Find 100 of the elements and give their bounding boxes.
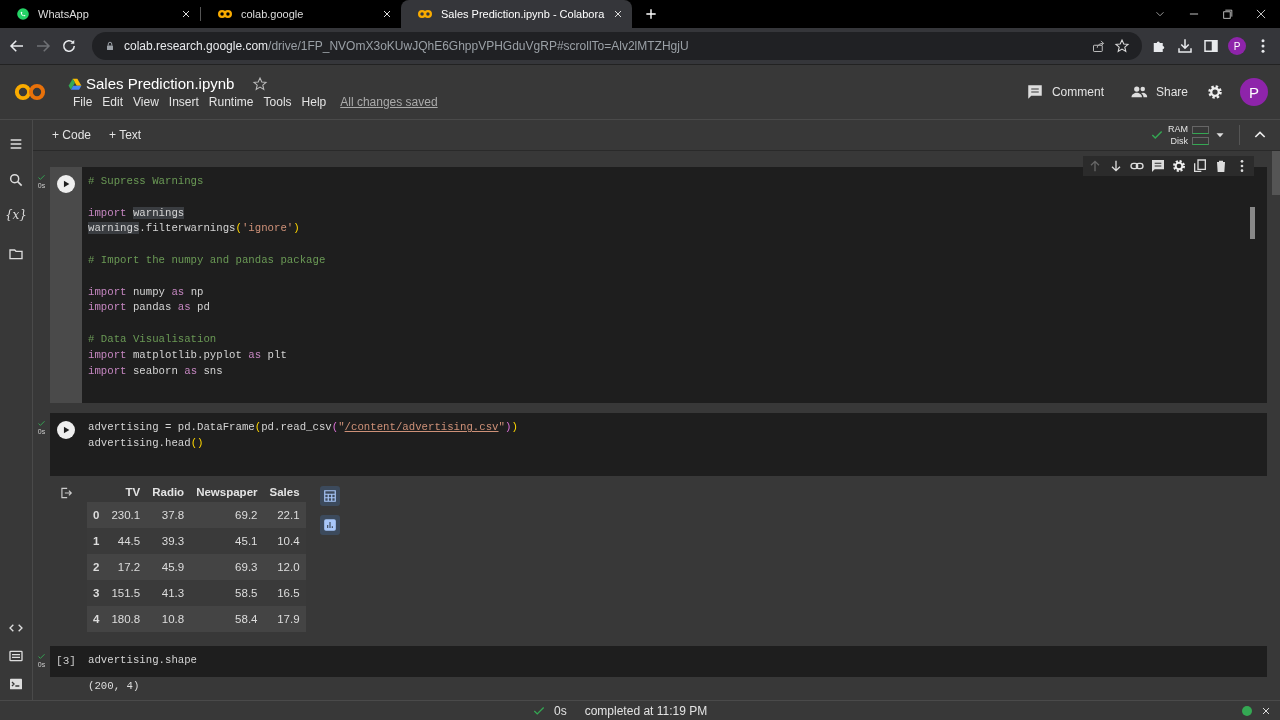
comment-icon[interactable] — [1150, 158, 1166, 174]
menu-item[interactable]: Insert — [163, 95, 204, 109]
table-cell: 151.5 — [105, 579, 147, 606]
mirror-cell-icon[interactable] — [1192, 158, 1208, 174]
chart-suggest-button[interactable] — [319, 514, 340, 535]
code-cell[interactable] — [50, 167, 1267, 404]
code-cell[interactable]: advertising = pd.DataFrame(pd.read_csv("/content/advertising.csv")) advertising.head() — [50, 413, 1267, 476]
resource-label: RAM — [1168, 123, 1188, 135]
menu-item[interactable]: Edit — [97, 95, 129, 109]
table-cell: 41.3 — [146, 579, 191, 606]
settings-icon[interactable] — [1171, 158, 1187, 174]
row-index: 0 — [87, 501, 106, 528]
table-cell: 180.8 — [105, 605, 147, 632]
drive-icon — [68, 76, 82, 91]
table-cell: 10.4 — [263, 527, 306, 554]
check-icon — [37, 651, 46, 661]
execution-count: [3] — [56, 653, 76, 669]
browser-tab[interactable]: colab.google — [201, 0, 401, 28]
code-line: # Data Visualisation — [88, 331, 217, 347]
code-line: advertising = pd.DataFrame(pd.read_csv("/content/advertising.csv")) — [88, 420, 518, 436]
table-cell: 17.9 — [263, 605, 306, 632]
close-icon[interactable] — [180, 8, 192, 20]
menu-item[interactable]: View — [128, 95, 164, 109]
column-header: Sales — [263, 481, 306, 502]
menu-item[interactable]: File — [68, 95, 98, 109]
code-line: # Supress Warnings — [88, 174, 204, 189]
code-cell[interactable]: [3] advertising.shape — [50, 645, 1267, 677]
terminal-icon[interactable] — [8, 676, 24, 692]
disk-meter — [1192, 136, 1209, 145]
column-header: Newspaper — [190, 481, 264, 502]
bookmark-star-icon[interactable] — [1114, 38, 1130, 54]
table-cell: 69.3 — [190, 553, 264, 580]
menu-item[interactable]: Help — [296, 95, 332, 109]
resources-indicator[interactable]: RAM Disk — [1150, 123, 1227, 147]
maximize-icon[interactable] — [1221, 7, 1234, 21]
close-icon[interactable] — [1254, 7, 1268, 21]
table-cell: 45.1 — [190, 527, 264, 554]
settings-icon[interactable] — [1206, 83, 1224, 101]
profile-avatar[interactable]: P — [1228, 37, 1246, 55]
execution-time: 0s — [554, 703, 567, 718]
browser-tab[interactable]: Sales Prediction.ipynb - Colabora — [401, 0, 633, 28]
folder-icon[interactable] — [8, 246, 24, 262]
save-status-link[interactable]: All changes saved — [335, 95, 443, 109]
code-line: import warnings — [88, 205, 185, 221]
address-bar[interactable]: colab.research.google.com/drive/1FP_NVOmX3oKUwJQhE6GhppVPHGduVgRP#scrollTo=Alv2lMTZHgjU — [92, 32, 1142, 60]
row-index: 1 — [87, 527, 106, 554]
tab-title: colab.google — [241, 8, 305, 20]
url-text: colab.research.google.com/drive/1FP_NVOmX3oKUwJQhE6GhppVPHGduVgRP#scrollTo=Alv2lMTZHgjU — [124, 39, 690, 53]
close-icon[interactable] — [381, 8, 393, 20]
whatsapp-icon — [16, 7, 30, 21]
reload-icon[interactable] — [60, 37, 78, 55]
search-icon[interactable] — [8, 172, 24, 188]
output-text: (200, 4) — [87, 678, 141, 694]
add-cell-button[interactable]: + Text — [102, 125, 149, 145]
table-cell: 22.1 — [263, 501, 306, 528]
table-cell: 10.8 — [146, 605, 191, 632]
notebook-title[interactable]: Sales Prediction.ipynb — [86, 75, 235, 92]
table-cell: 58.5 — [190, 579, 264, 606]
table-cell: 39.3 — [146, 527, 191, 554]
resource-label: Disk — [1169, 135, 1188, 147]
colab-logo-icon — [217, 7, 233, 21]
play-icon — [61, 425, 71, 436]
table-cell: 44.5 — [105, 527, 147, 554]
download-icon[interactable] — [1176, 37, 1194, 55]
table-cell: 230.1 — [105, 501, 147, 528]
variables-button[interactable]: {x} — [4, 208, 27, 226]
back-icon[interactable] — [8, 37, 26, 55]
profile-avatar[interactable]: P — [1240, 78, 1268, 106]
run-button[interactable] — [57, 421, 75, 440]
scrollbar-thumb[interactable] — [1272, 151, 1280, 195]
menu-item[interactable]: Runtime — [203, 95, 259, 109]
share-icon[interactable] — [1091, 38, 1106, 54]
table-cell: 37.8 — [146, 501, 191, 528]
table-cell: 58.4 — [190, 605, 264, 632]
row-index: 2 — [87, 553, 106, 580]
table-view-button[interactable] — [319, 485, 340, 506]
star-icon[interactable] — [252, 75, 269, 92]
table-cell: 16.5 — [263, 579, 306, 606]
table-cell: 45.9 — [146, 553, 191, 580]
row-index: 4 — [87, 605, 106, 632]
menu-item[interactable]: Tools — [258, 95, 297, 109]
tab-title: WhatsApp — [38, 8, 90, 20]
editor-scrollbar-thumb[interactable] — [1250, 207, 1255, 239]
ram-meter — [1192, 125, 1209, 134]
status-message: completed at 11:19 PM — [584, 703, 708, 718]
table-cell: 69.2 — [190, 501, 264, 528]
check-icon — [37, 173, 46, 182]
comment-button[interactable]: Comment — [1017, 79, 1112, 105]
browser-tab[interactable]: WhatsApp — [0, 0, 200, 28]
command-palette-icon[interactable] — [8, 648, 24, 664]
share-button[interactable]: Share — [1121, 79, 1196, 105]
code-line: import matplotlib.pyplot as plt — [88, 347, 287, 363]
column-header: Radio — [146, 481, 191, 502]
side-panel-icon[interactable] — [1202, 37, 1220, 55]
add-cell-button[interactable]: + Code — [45, 125, 99, 145]
run-button[interactable] — [57, 175, 75, 193]
new-tab-icon[interactable] — [644, 7, 659, 21]
menu-icon[interactable] — [8, 136, 24, 152]
check-icon — [37, 419, 46, 429]
output-icon[interactable] — [59, 485, 73, 500]
